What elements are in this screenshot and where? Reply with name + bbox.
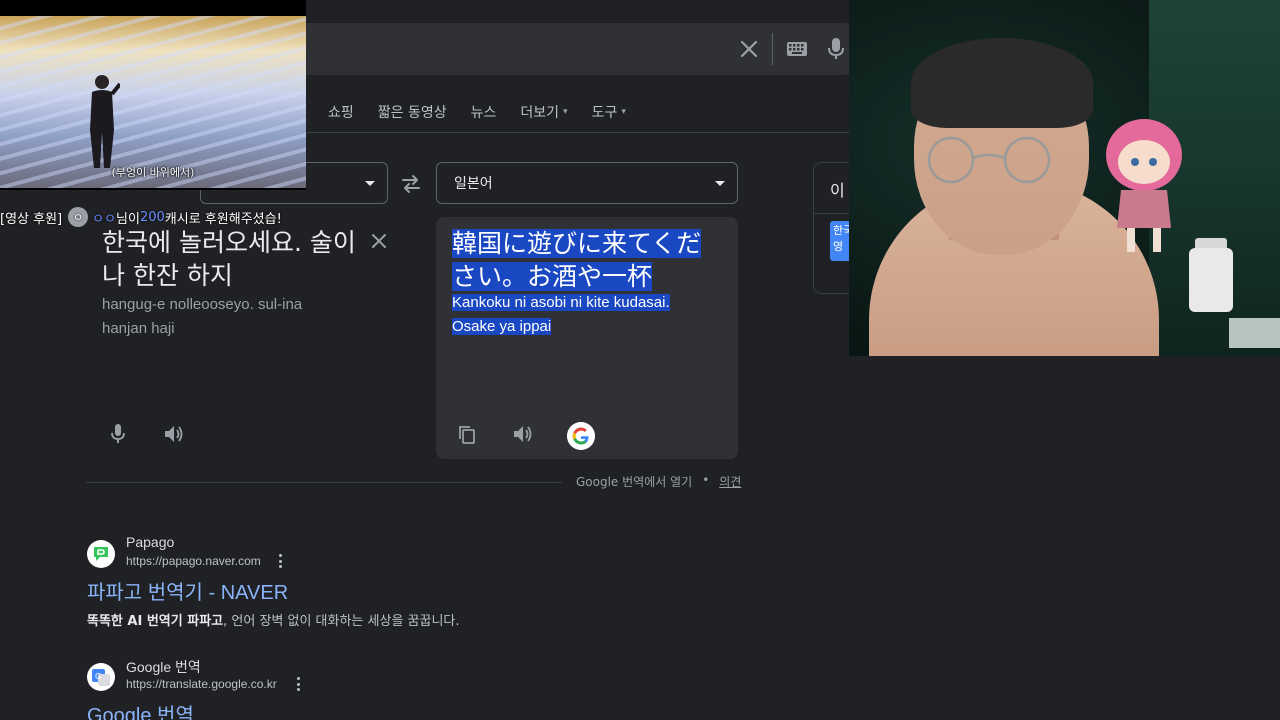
tab-label: 뉴스 xyxy=(470,105,497,121)
copy-icon[interactable] xyxy=(458,425,476,445)
tab-news[interactable]: 뉴스 xyxy=(471,102,497,122)
translated-romanization: Kankoku ni asobi ni kite kudasai. Osake … xyxy=(452,291,714,339)
google-translate-icon: G xyxy=(87,663,115,691)
more-options-icon[interactable] xyxy=(278,554,282,568)
keyboard-figure xyxy=(1229,318,1280,348)
footer-separator: • xyxy=(702,473,710,487)
glasses-icon xyxy=(927,136,1051,184)
caret-down-icon: ▾ xyxy=(621,107,626,117)
bottle-figure xyxy=(1189,248,1233,312)
result-site-name: Papago xyxy=(126,534,175,550)
result-snippet: 똑똑한 AI 번역기 파파고, 언어 장벽 없이 대화하는 세상을 꿈꿉니다. xyxy=(87,610,460,629)
video-frame xyxy=(0,16,306,188)
tab-shopping[interactable]: 쇼핑 xyxy=(328,102,354,122)
target-language-select[interactable]: 일본어 xyxy=(436,162,738,204)
feedback-link[interactable]: 의견 xyxy=(719,473,741,490)
translated-text: 韓国に遊びに来てください。お酒や一杯 xyxy=(452,227,712,293)
source-romanization: hangug-e nolleooseyo. sul-ina hanjan haj… xyxy=(102,296,303,337)
search-tabs: 쇼핑 짧은 동영상 뉴스 더보기 ▾ 도구 ▾ xyxy=(328,102,626,122)
source-text[interactable]: 한국에 놀러오세요. 술이나 한잔 하지 xyxy=(102,226,364,292)
swap-languages-icon[interactable] xyxy=(400,174,422,194)
translated-romanization-content[interactable]: Kankoku ni asobi ni kite kudasai. Osake … xyxy=(452,294,670,335)
tab-more[interactable]: 더보기 ▾ xyxy=(520,102,567,122)
speaker-icon[interactable] xyxy=(163,423,185,445)
result-url[interactable]: https://papago.naver.com xyxy=(126,554,261,568)
tab-label: 짧은 동영상 xyxy=(377,105,447,121)
clear-source-icon[interactable] xyxy=(370,232,388,250)
dropdown-arrow-icon xyxy=(715,181,725,186)
donor-name: ㅇㅇ xyxy=(92,211,117,227)
widget-divider xyxy=(86,482,562,483)
mic-icon[interactable] xyxy=(110,423,126,445)
webcam-person-hair xyxy=(911,38,1093,128)
mic-icon[interactable] xyxy=(826,37,846,61)
open-in-google-translate-link[interactable]: Google 번역에서 열기 xyxy=(576,473,692,490)
tabs-divider xyxy=(306,132,850,133)
webcam-overlay xyxy=(849,0,1280,356)
widget-footer: Google 번역에서 열기 • 의견 xyxy=(576,473,741,490)
video-caption: (부엉이 바위에서) xyxy=(111,166,195,179)
result-site-name: Google 번역 xyxy=(126,659,201,675)
translation-panel: 韓国に遊びに来てください。お酒や一杯 Kankoku ni asobi ni k… xyxy=(436,217,738,459)
papago-icon xyxy=(87,540,115,568)
more-options-icon[interactable] xyxy=(296,677,300,691)
keyboard-icon[interactable] xyxy=(786,39,808,59)
tab-tools[interactable]: 도구 ▾ xyxy=(592,102,626,122)
speaker-icon[interactable] xyxy=(512,423,534,445)
translated-text-content[interactable]: 韓国に遊びに来てください。お酒や一杯 xyxy=(452,229,702,291)
tab-label: 도구 xyxy=(591,105,618,121)
result-url[interactable]: https://translate.google.co.kr xyxy=(126,677,277,691)
snippet-rest: , 언어 장벽 없이 대화하는 세상을 꿈꿉니다. xyxy=(223,614,460,629)
search-divider xyxy=(772,33,773,65)
donation-text-mid: 님이 xyxy=(116,211,140,227)
donation-text-end: 캐시로 후원해주셨습! xyxy=(164,211,282,227)
plush-doll-figure xyxy=(1106,119,1182,252)
caret-down-icon: ▾ xyxy=(563,107,568,117)
knowledge-panel-title: 이 xyxy=(830,181,845,200)
snippet-bold: 똑똑한 AI 번역기 파파고 xyxy=(87,614,224,629)
tab-short-videos[interactable]: 짧은 동영상 xyxy=(378,102,447,122)
donation-amount: 200 xyxy=(139,209,165,225)
result-title-link[interactable]: 파파고 번역기 - NAVER xyxy=(87,576,288,605)
donation-alert: [영상 후원] ㅇ ㅇㅇ 님이 200 캐시로 후원해주셨습! xyxy=(0,206,282,228)
google-icon[interactable] xyxy=(567,422,595,450)
donation-tag: [영상 후원] xyxy=(0,211,63,227)
svg-text:G: G xyxy=(95,672,101,681)
video-overlay: (부엉이 바위에서) xyxy=(0,0,306,190)
target-language-label: 일본어 xyxy=(454,176,493,192)
dropdown-arrow-icon xyxy=(365,181,375,186)
video-person-figure xyxy=(90,75,120,168)
result-title-link[interactable]: Google 번역 xyxy=(87,699,194,720)
tab-label: 쇼핑 xyxy=(328,105,354,121)
close-icon[interactable] xyxy=(737,37,761,61)
avatar: ㅇ xyxy=(68,207,89,227)
tab-label: 더보기 xyxy=(520,105,560,121)
search-bar[interactable] xyxy=(300,23,870,75)
